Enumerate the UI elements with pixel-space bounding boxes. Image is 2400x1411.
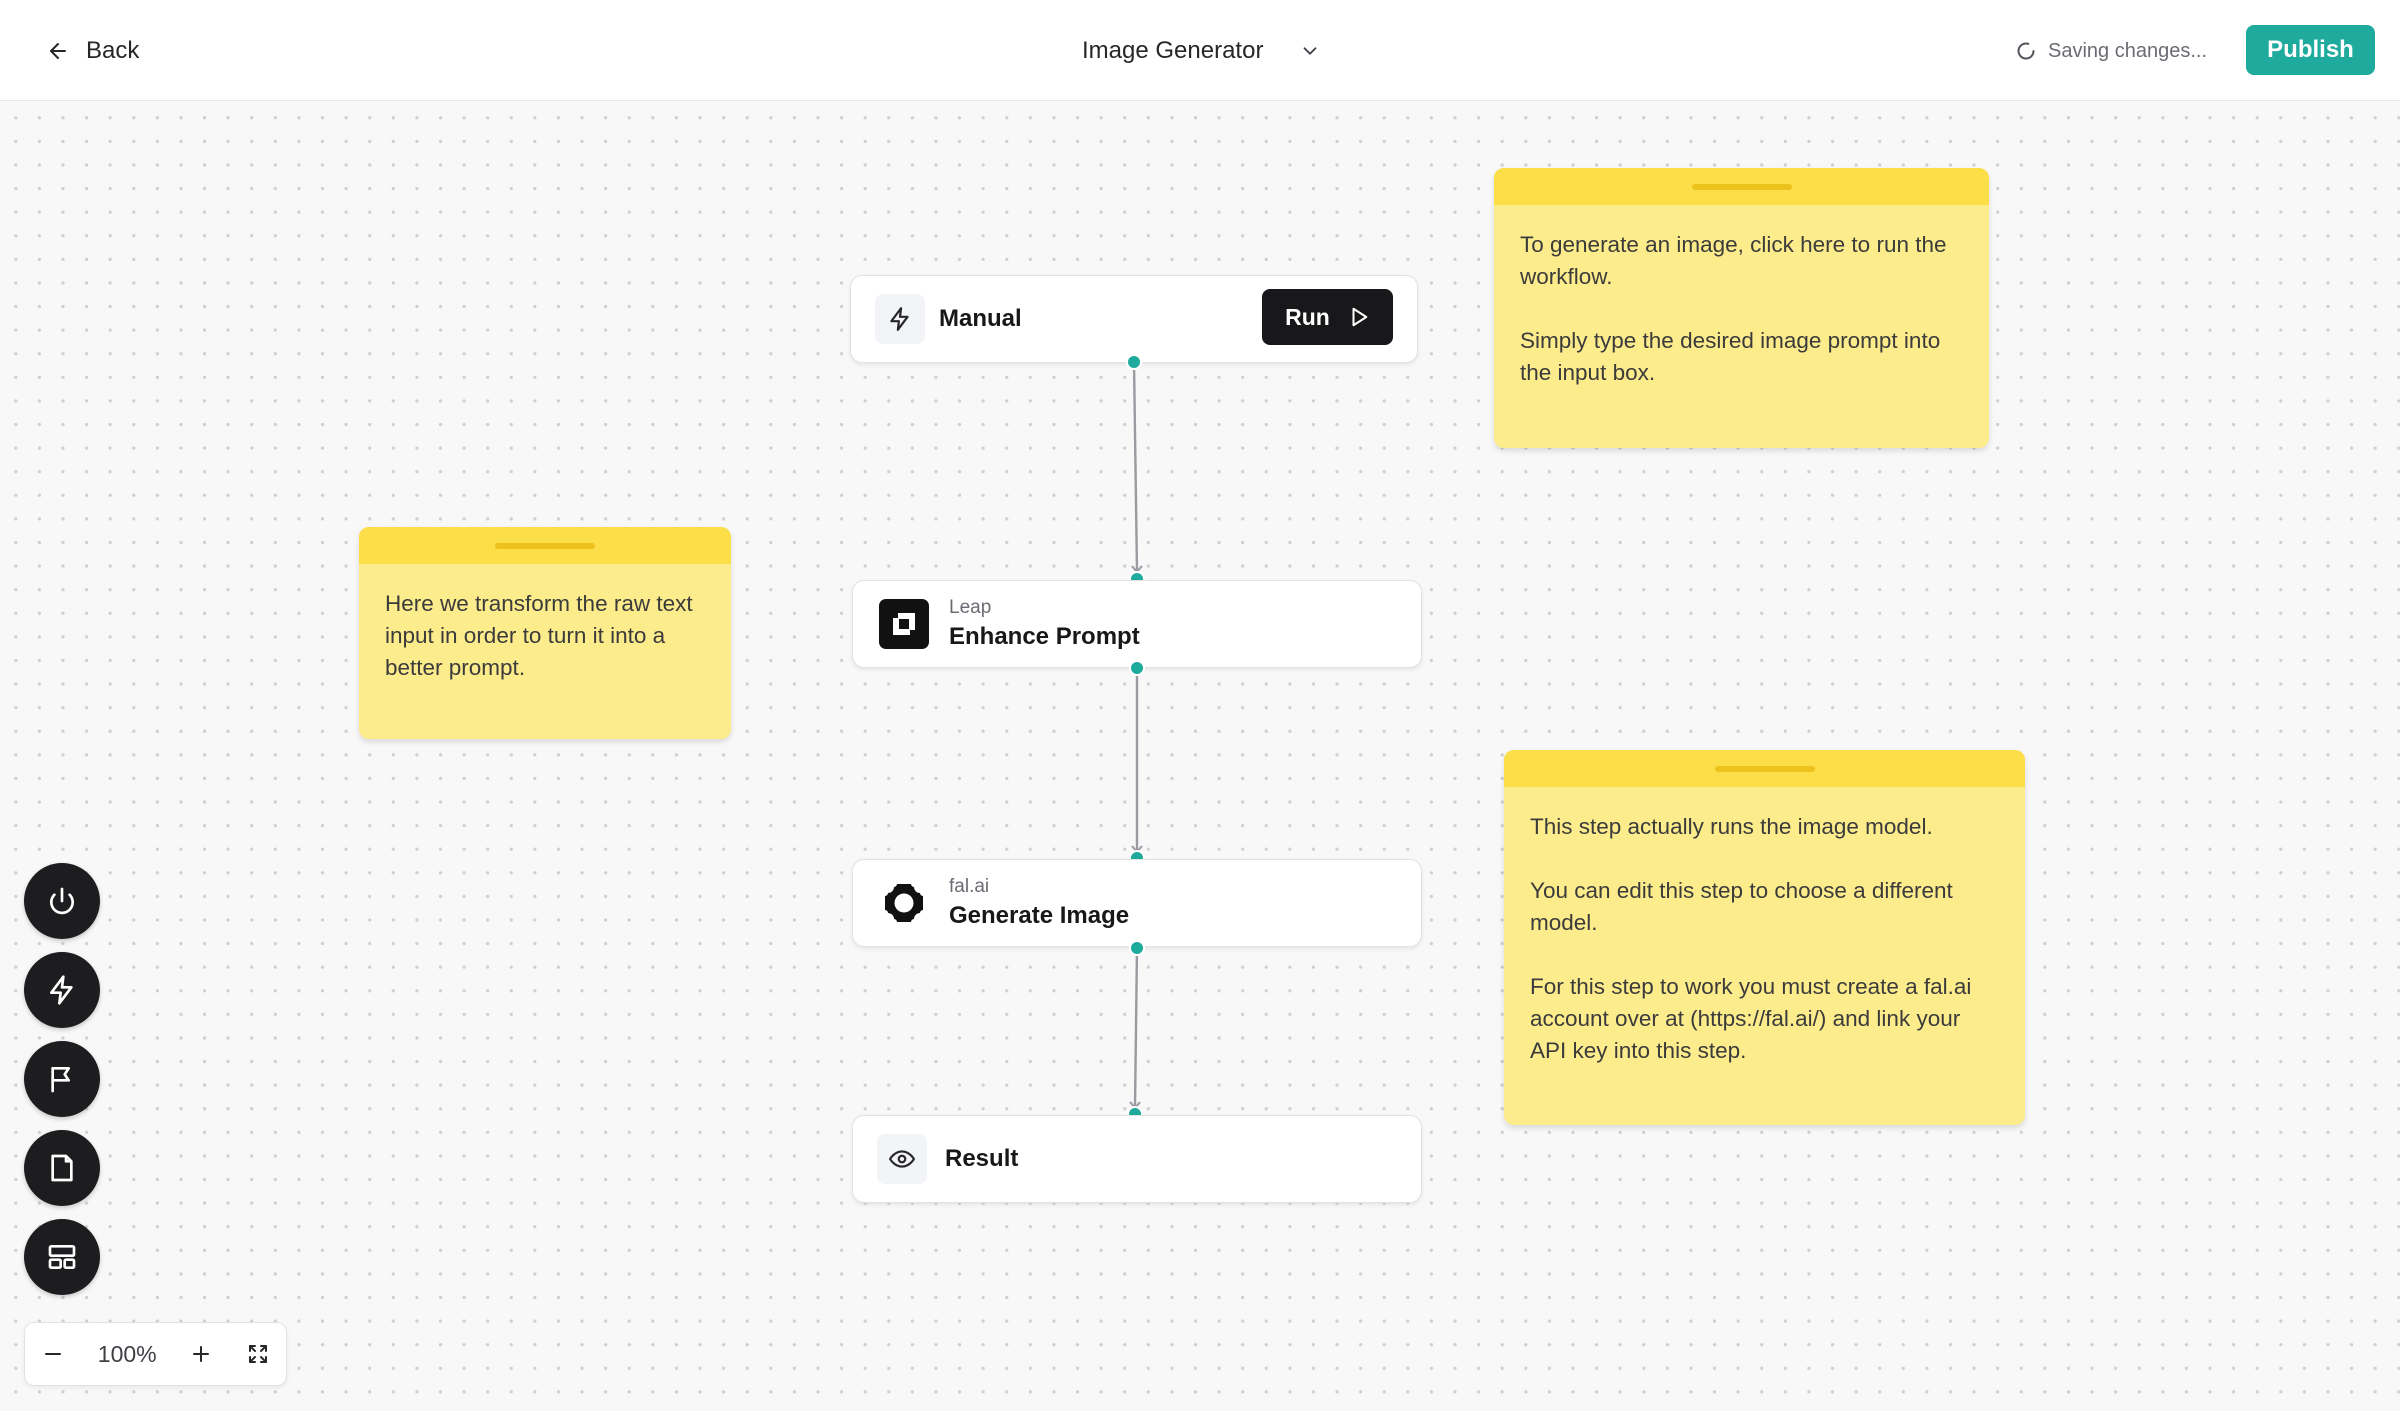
lightning-icon: [890, 307, 909, 331]
node-enhance-text: Leap Enhance Prompt: [949, 597, 1140, 651]
node-enhance-output-handle[interactable]: [1129, 660, 1145, 676]
node-result[interactable]: Result: [852, 1115, 1422, 1203]
toolbar-power-button[interactable]: [24, 863, 100, 939]
spinner-icon: [2017, 42, 2035, 60]
back-label: Back: [86, 37, 140, 64]
sticky-note-drag-handle[interactable]: [1504, 750, 2025, 787]
node-generate-output-handle[interactable]: [1129, 940, 1145, 956]
toolbar-flag-button[interactable]: [24, 1041, 100, 1117]
sticky-note-text[interactable]: This step actually runs the image model.…: [1504, 787, 2025, 1091]
toolbar-trigger-button[interactable]: [24, 952, 100, 1028]
node-manual[interactable]: Manual Run: [850, 275, 1418, 363]
flag-icon: [51, 1067, 70, 1093]
zoom-controls: 100%: [24, 1322, 287, 1386]
edge-generate-to-result[interactable]: [1129, 947, 1141, 1110]
node-enhance-prompt[interactable]: Leap Enhance Prompt: [852, 580, 1422, 668]
sticky-note-transform-hint[interactable]: Here we transform the raw text input in …: [359, 527, 731, 739]
plus-icon: [193, 1346, 210, 1362]
publish-button[interactable]: Publish: [2246, 25, 2375, 75]
node-enhance-label: Enhance Prompt: [949, 623, 1140, 650]
run-button[interactable]: Run: [1262, 289, 1393, 345]
grip-icon: [1691, 184, 1792, 190]
toolbar-layout-button[interactable]: [24, 1219, 100, 1295]
sticky-note-run-hint[interactable]: To generate an image, click here to run …: [1494, 168, 1989, 448]
zoom-out-button[interactable]: [41, 1342, 65, 1366]
grip-icon: [495, 543, 595, 549]
node-generate-provider: fal.ai: [949, 876, 990, 897]
save-status-text: Saving changes...: [2048, 39, 2207, 62]
node-generate-label: Generate Image: [949, 902, 1130, 929]
node-generate-image[interactable]: fal.ai Generate Image: [852, 859, 1422, 947]
leap-logo-icon: [879, 599, 929, 649]
minus-icon: [45, 1353, 62, 1355]
workflow-selector[interactable]: Image Generator: [1082, 30, 1321, 72]
zoom-in-button[interactable]: [189, 1342, 213, 1366]
node-manual-label: Manual: [939, 305, 1022, 332]
sticky-note-text[interactable]: Here we transform the raw text input in …: [359, 564, 731, 708]
eye-icon: [889, 1150, 915, 1168]
sticky-note-drag-handle[interactable]: [359, 527, 731, 564]
grip-icon: [1714, 766, 1815, 772]
sticky-note-model-hint[interactable]: This step actually runs the image model.…: [1504, 750, 2025, 1125]
node-result-icon-wrap: [877, 1134, 927, 1184]
note-icon: [51, 1154, 73, 1182]
expand-icon: [248, 1345, 267, 1363]
node-manual-icon-wrap: [875, 294, 925, 344]
fit-view-button[interactable]: [246, 1342, 270, 1366]
edge-manual-to-enhance[interactable]: [1131, 361, 1143, 574]
workflow-canvas[interactable]: Manual Run Leap Enhance Prompt fal.ai Ge…: [0, 102, 2400, 1411]
zoom-level: 100%: [97, 1340, 157, 1367]
run-label: Run: [1285, 303, 1330, 330]
sticky-note-drag-handle[interactable]: [1494, 168, 1989, 205]
top-bar: Back Image Generator Saving changes... P…: [0, 0, 2400, 101]
back-button[interactable]: Back: [46, 30, 139, 72]
node-enhance-provider: Leap: [949, 597, 992, 618]
power-icon: [50, 887, 74, 915]
workflow-title: Image Generator: [1082, 37, 1264, 64]
node-generate-text: fal.ai Generate Image: [949, 876, 1129, 930]
lightning-icon: [50, 975, 73, 1005]
layout-icon: [48, 1245, 76, 1269]
sticky-note-text[interactable]: To generate an image, click here to run …: [1494, 205, 1989, 413]
save-status: Saving changes...: [2016, 34, 2207, 68]
toolbar-note-button[interactable]: [24, 1130, 100, 1206]
node-manual-output-handle[interactable]: [1126, 354, 1142, 370]
play-icon: [1352, 307, 1368, 327]
arrow-left-icon: [50, 43, 66, 59]
fal-logo-icon: [885, 884, 923, 922]
node-result-label: Result: [945, 1145, 1019, 1172]
chevron-down-icon: [1304, 47, 1317, 55]
